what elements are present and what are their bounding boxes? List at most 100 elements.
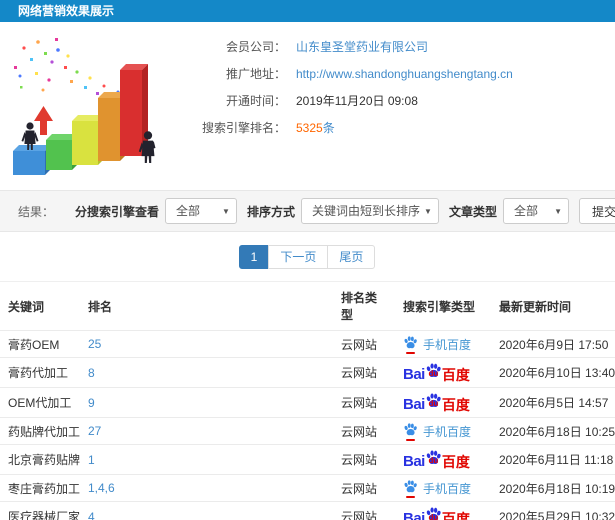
updated-time-cell: 2020年6月18日 10:19	[491, 474, 615, 502]
keyword-cell: OEM代加工	[0, 387, 80, 418]
rank-cell: 1,4,6	[80, 474, 333, 502]
chevron-down-icon: ▼	[424, 207, 432, 216]
engine-type-cell: Bai du 百度	[395, 357, 491, 388]
filter-band: 结果： 分搜索引擎查看 全部 ▼ 排序方式 关键词由短到长排序 ▼ 文章类型 全…	[0, 190, 615, 232]
last-page-button[interactable]: 尾页	[327, 245, 376, 269]
rank-type-cell: 云网站	[333, 444, 395, 475]
updated-time-cell: 2020年6月11日 11:18	[491, 444, 615, 475]
company-link[interactable]: 山东皇圣堂药业有限公司	[296, 40, 428, 54]
promo-url-label: 推广地址：	[225, 67, 286, 81]
result-label: 结果：	[18, 204, 55, 219]
baidu-logo: Bai du 百度	[403, 449, 470, 470]
table-row: 北京膏药贴牌 1 云网站 Bai du 百度 2020年6月11日 11:18	[0, 444, 615, 475]
rank-link[interactable]: 8	[88, 366, 95, 380]
baidu-name-text: 百度	[441, 397, 470, 413]
article-type-filter-label: 文章类型	[448, 204, 497, 219]
rank-count-value: 5325条	[296, 121, 335, 135]
baidu-bai-text: Bai	[403, 453, 425, 470]
baidu-logo: Bai du 百度	[403, 362, 470, 383]
keyword-cell: 膏药OEM	[0, 330, 80, 358]
baidu-name-text: 百度	[441, 511, 470, 520]
column-header: 排名	[80, 281, 333, 331]
updated-time-cell: 2020年6月10日 13:40	[491, 357, 615, 388]
updated-time-cell: 2020年6月5日 14:57	[491, 387, 615, 418]
page-button-current[interactable]: 1	[238, 245, 270, 269]
submit-button[interactable]: 提交	[578, 198, 615, 224]
baidu-logo: Bai du 百度	[403, 392, 470, 413]
marketing-chart-image	[13, 38, 156, 175]
mobile-baidu-logo: 手机百度	[403, 335, 471, 354]
keyword-cell: 药贴牌代加工	[0, 417, 80, 445]
rank-link[interactable]: 27	[88, 424, 101, 438]
mobile-baidu-logo: 手机百度	[403, 479, 472, 498]
baidu-underline-icon	[406, 496, 415, 498]
baidu-logo: Bai du 百度	[403, 506, 470, 520]
next-page-button[interactable]: 下一页	[268, 245, 329, 269]
engine-type-cell: 手机百度	[395, 417, 491, 445]
column-header: 关键词	[0, 281, 80, 331]
engine-filter-select[interactable]: 全部 ▼	[164, 198, 237, 224]
page-title: 网络营销效果展示	[0, 0, 615, 22]
rank-link[interactable]: 25	[88, 337, 101, 351]
column-header: 最新更新时间	[491, 281, 615, 331]
results-table-body: 膏药OEM 25 云网站 手机百度 2020年6月9日 17:50 膏药代加工 8 云网站 Ba…	[0, 330, 615, 520]
rank-link[interactable]: 1	[88, 453, 95, 467]
rank-cell: 8	[80, 357, 333, 388]
updated-time-cell: 2020年6月9日 17:50	[491, 330, 615, 358]
baidu-name-text: 百度	[441, 367, 470, 383]
sort-filter-label: 排序方式	[246, 204, 295, 219]
baidu-name-text: 百度	[441, 454, 470, 470]
keyword-cell: 医疗器械厂家	[0, 501, 80, 520]
sort-filter-value: 关键词由短到长排序	[311, 204, 420, 218]
promo-url-link[interactable]: http://www.shandonghuangshengtang.cn	[296, 67, 513, 81]
up-arrow-decoration	[34, 106, 53, 135]
table-row: 医疗器械厂家 4 云网站 Bai du 百度 2020年5月29日 10:32	[0, 501, 615, 520]
table-row: 枣庄膏药加工 1,4,6 云网站 手机百度 2020年6月18日 10:19	[0, 474, 615, 502]
company-label: 会员公司：	[225, 40, 286, 54]
pagination: 1 下一页 尾页	[0, 245, 615, 269]
table-row: 膏药OEM 25 云网站 手机百度 2020年6月9日 17:50	[0, 330, 615, 358]
updated-time-cell: 2020年5月29日 10:32	[491, 501, 615, 520]
rank-type-cell: 云网站	[333, 417, 395, 445]
chevron-down-icon: ▼	[222, 207, 230, 216]
rank-link[interactable]: 4	[88, 510, 95, 520]
results-table: 关键词 排名 排名类型 搜索引擎类型 最新更新时间 膏药OEM 25 云网站 手机百度 2020…	[0, 281, 615, 520]
rank-cell: 4	[80, 501, 333, 520]
rank-count-suffix: 条	[322, 121, 335, 135]
engine-type-cell: Bai du 百度	[395, 444, 491, 475]
open-time-label: 开通时间：	[225, 94, 286, 108]
rank-cell: 1	[80, 444, 333, 475]
baidu-paw-icon	[404, 480, 417, 493]
article-type-select[interactable]: 全部 ▼	[502, 198, 569, 224]
baidu-bai-text: Bai	[403, 396, 425, 413]
baidu-bai-text: Bai	[403, 510, 425, 520]
rank-count-label: 搜索引擎排名：	[201, 121, 286, 135]
bars-decoration	[13, 64, 148, 175]
mobile-baidu-label: 手机百度	[423, 424, 472, 439]
rank-type-cell: 云网站	[333, 387, 395, 418]
baidu-paw-icon	[404, 423, 417, 436]
table-row: 膏药代加工 8 云网站 Bai du 百度 2020年6月10日 13:40	[0, 357, 615, 388]
keyword-cell: 膏药代加工	[0, 357, 80, 388]
keyword-cell: 北京膏药贴牌	[0, 444, 80, 475]
rank-type-cell: 云网站	[333, 357, 395, 388]
engine-filter-label: 分搜索引擎查看	[74, 204, 159, 219]
rank-link[interactable]: 1,4,6	[88, 481, 115, 495]
baidu-du-text: du	[428, 369, 439, 378]
mobile-baidu-label: 手机百度	[423, 481, 472, 496]
sort-filter-select[interactable]: 关键词由短到长排序 ▼	[300, 198, 439, 224]
rank-cell: 9	[80, 387, 333, 418]
rank-link[interactable]: 9	[88, 396, 95, 410]
rank-cell: 27	[80, 417, 333, 445]
baidu-underline-icon	[406, 439, 415, 441]
engine-type-cell: 手机百度	[395, 330, 491, 358]
updated-time-cell: 2020年6月18日 10:25	[491, 417, 615, 445]
baidu-underline-icon	[406, 352, 415, 354]
info-row-url: 推广地址： http://www.shandonghuangshengtang.…	[186, 67, 615, 81]
engine-type-cell: Bai du 百度	[395, 501, 491, 520]
baidu-bai-text: Bai	[403, 366, 425, 383]
column-header: 排名类型	[333, 281, 395, 331]
article-type-value: 全部	[513, 204, 538, 218]
engine-filter-value: 全部	[175, 204, 200, 218]
rank-type-cell: 云网站	[333, 474, 395, 502]
